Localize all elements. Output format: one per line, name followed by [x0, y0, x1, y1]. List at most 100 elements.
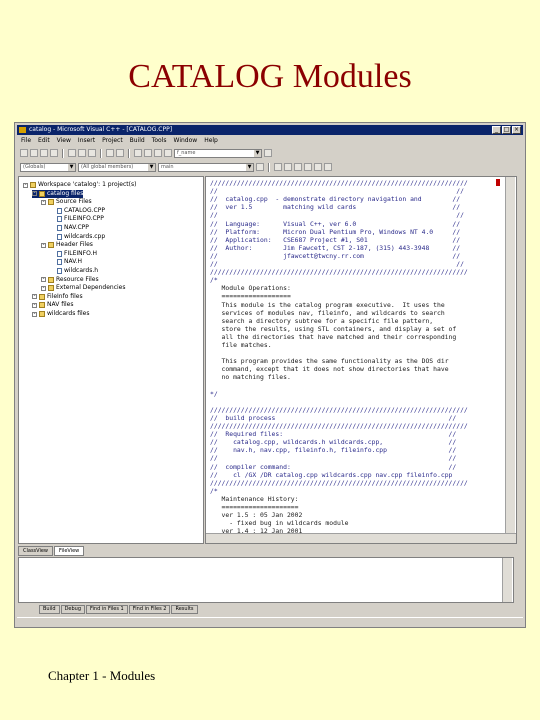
code-line: // ver 1.5 matching wild cards //: [210, 203, 461, 212]
folder-icon: [48, 242, 54, 249]
menu-edit[interactable]: Edit: [38, 136, 50, 145]
standard-toolbar: f_name ▼: [17, 147, 523, 159]
output-vertical-scrollbar[interactable]: [502, 558, 512, 602]
tree-item[interactable]: FILEINFO.H: [50, 250, 97, 258]
breakpoint-icon[interactable]: [324, 163, 332, 171]
save-all-icon[interactable]: [50, 149, 58, 157]
open-folder-icon[interactable]: [30, 149, 38, 157]
code-line: ver 1.4 : 12 Jan 2001: [210, 527, 303, 536]
tree-item-label: External Dependencies: [56, 284, 126, 292]
tree-item[interactable]: CATALOG.CPP: [50, 207, 105, 215]
expand-toggle-icon[interactable]: -: [32, 191, 37, 197]
status-bar: [17, 617, 523, 627]
execute-icon[interactable]: [304, 163, 312, 171]
tree-item-label: NAV.H: [64, 258, 82, 266]
tab-classview[interactable]: ClassView: [18, 546, 54, 556]
menu-project[interactable]: Project: [102, 136, 123, 145]
members-combo[interactable]: (All global members) ▼: [78, 162, 156, 172]
code-line: // Platform: Micron Dual Pentium Pro, Wi…: [210, 227, 461, 236]
go-icon[interactable]: [314, 163, 322, 171]
chevron-down-icon[interactable]: ▼: [254, 149, 261, 157]
folder-icon: [48, 276, 54, 283]
code-line: services of modules nav, fileinfo, and w…: [210, 308, 445, 317]
undo-icon[interactable]: [106, 149, 114, 157]
compile-icon[interactable]: [274, 163, 282, 171]
find-in-files-icon[interactable]: [164, 149, 172, 157]
tab-debug[interactable]: Debug: [60, 605, 86, 614]
copy-icon[interactable]: [78, 149, 86, 157]
wizard-action-icon[interactable]: [256, 163, 264, 171]
expand-toggle-icon[interactable]: -: [41, 199, 46, 205]
expand-toggle-icon[interactable]: -: [32, 294, 37, 300]
redo-icon[interactable]: [116, 149, 124, 157]
paste-icon[interactable]: [88, 149, 96, 157]
output-window-icon[interactable]: [144, 149, 152, 157]
expand-toggle-icon[interactable]: -: [23, 182, 28, 188]
expand-toggle-icon[interactable]: -: [41, 242, 46, 248]
find-combo[interactable]: f_name ▼: [174, 148, 262, 158]
save-icon[interactable]: [40, 149, 48, 157]
tree-item[interactable]: - catalog files: [32, 189, 84, 198]
tree-item[interactable]: - FileInfo files: [32, 293, 83, 301]
scope-combo-value: (Globals): [23, 163, 46, 170]
tab-find-in-files-1[interactable]: Find in Files 1: [86, 605, 128, 614]
tree-item[interactable]: NAV.CPP: [50, 224, 89, 232]
close-button[interactable]: ×: [512, 126, 521, 134]
cut-icon[interactable]: [68, 149, 76, 157]
tree-item[interactable]: - wildcards files: [32, 310, 90, 318]
menu-help[interactable]: Help: [204, 136, 218, 145]
search-icon[interactable]: [264, 149, 272, 157]
new-file-icon[interactable]: [20, 149, 28, 157]
menu-insert[interactable]: Insert: [78, 136, 95, 145]
file-icon: [57, 207, 62, 214]
code-line: // catalog.cpp, wildcards.h wildcards.cp…: [210, 438, 457, 447]
bookmark-marker: [496, 179, 500, 186]
chevron-down-icon[interactable]: ▼: [246, 163, 253, 171]
code-line: ver 1.5 : 05 Jan 2002: [210, 511, 303, 520]
chevron-down-icon[interactable]: ▼: [68, 163, 75, 171]
code-line: all the directories that have matched an…: [210, 332, 457, 341]
tree-item-label: wildcards files: [47, 310, 90, 317]
tree-item[interactable]: - Resource Files: [41, 276, 99, 284]
tree-item[interactable]: NAV.H: [50, 258, 82, 266]
expand-toggle-icon[interactable]: -: [32, 302, 37, 308]
workspace-icon[interactable]: [134, 149, 142, 157]
tab-build[interactable]: Build: [39, 605, 60, 614]
tree-item[interactable]: wildcards.cpp: [50, 233, 105, 241]
expand-toggle-icon[interactable]: -: [41, 285, 46, 291]
build-icon[interactable]: [284, 163, 292, 171]
tree-item[interactable]: - Workspace 'catalog': 1 project(s): [23, 181, 136, 189]
tree-item[interactable]: - NAV files: [32, 301, 73, 309]
code-line: */: [210, 389, 218, 398]
minimize-button[interactable]: _: [492, 126, 501, 134]
tree-item[interactable]: - Header Files: [41, 241, 93, 249]
menu-view[interactable]: View: [57, 136, 71, 145]
tab-find-in-files-2[interactable]: Find in Files 2: [128, 605, 171, 614]
menu-window[interactable]: Window: [174, 136, 198, 145]
menu-build[interactable]: Build: [130, 136, 145, 145]
output-pane[interactable]: [18, 557, 514, 603]
tab-results[interactable]: Results: [171, 605, 198, 614]
menu-file[interactable]: File: [21, 136, 31, 145]
windows-list-icon[interactable]: [154, 149, 162, 157]
code-line: This program provides the same functiona…: [210, 357, 449, 366]
expand-toggle-icon[interactable]: -: [32, 311, 37, 317]
menu-tools[interactable]: Tools: [152, 136, 167, 145]
tab-fileview[interactable]: FileView: [54, 546, 85, 556]
tree-item[interactable]: wildcards.h: [50, 267, 98, 275]
code-line: // //: [210, 260, 464, 268]
tree-item[interactable]: FILEINFO.CPP: [50, 215, 104, 223]
tree-item[interactable]: - Source Files: [41, 198, 92, 206]
scope-combo[interactable]: (Globals) ▼: [20, 162, 76, 172]
code-line: // //: [210, 211, 464, 220]
function-combo[interactable]: main ▼: [158, 162, 254, 172]
editor-vertical-scrollbar[interactable]: [505, 177, 515, 535]
chevron-down-icon[interactable]: ▼: [148, 163, 155, 171]
tree-item[interactable]: - External Dependencies: [41, 284, 126, 292]
expand-toggle-icon[interactable]: -: [41, 277, 46, 283]
tree-item-label: Resource Files: [56, 275, 99, 283]
code-editor[interactable]: ////////////////////////////////////////…: [205, 176, 517, 544]
maximize-button[interactable]: □: [502, 126, 511, 134]
stop-build-icon[interactable]: [294, 163, 302, 171]
file-icon: [57, 250, 62, 257]
